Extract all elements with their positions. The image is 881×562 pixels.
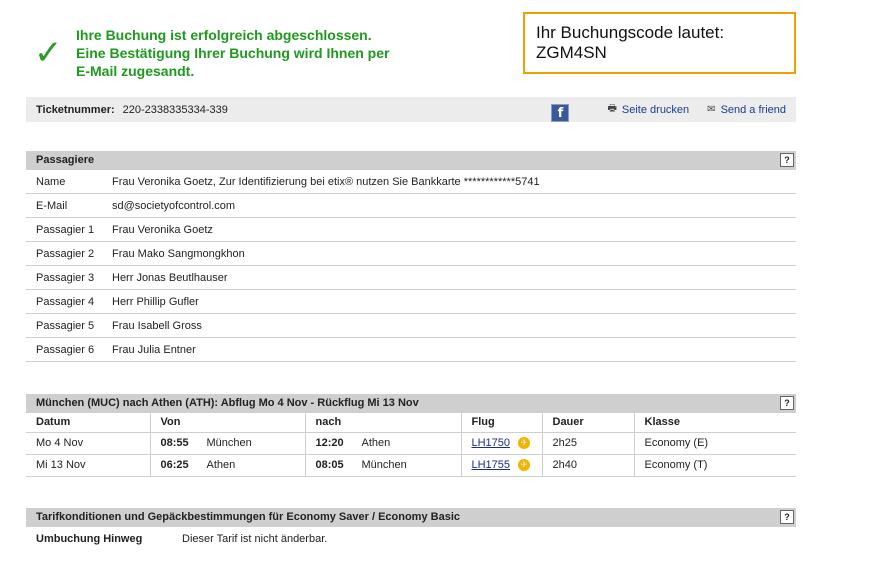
ticket-bar: Ticketnummer: 220-2338335334-339 f 🖶 Sei… — [26, 97, 796, 122]
departure-time: 08:55 — [160, 437, 189, 449]
arrival-time: 08:05 — [315, 459, 344, 471]
flight-date: Mi 13 Nov — [26, 454, 151, 477]
passenger-row-1: Passagier 1 Frau Veronika Goetz — [26, 218, 796, 242]
passenger-row-5: Passagier 5 Frau Isabell Gross — [26, 314, 796, 338]
row-key: Passagier 2 — [36, 247, 95, 260]
printer-icon: 🖶 — [607, 103, 617, 114]
row-key: Passagier 1 — [36, 223, 95, 236]
row-key: Passagier 3 — [36, 271, 95, 284]
tariff-header: Tarifkonditionen und Gepäckbestimmungen … — [26, 508, 796, 527]
print-page-link[interactable]: 🖶 Seite drucken — [607, 101, 689, 118]
row-key: Passagier 5 — [36, 319, 95, 332]
flight-class: Economy (E) — [634, 432, 796, 455]
passenger-row-name: Name Frau Veronika Goetz, Zur Identifizie… — [26, 170, 796, 194]
flights-table-header: Datum Von nach Flug Dauer Klasse — [26, 413, 796, 433]
col-klasse: Klasse — [634, 413, 796, 433]
tariff-help-button[interactable]: ? — [780, 510, 794, 524]
row-value: Frau Mako Sangmongkhon — [112, 247, 245, 260]
confirmation-message: ✓ Ihre Buchung ist erfolgreich abgeschlo… — [34, 26, 389, 80]
departure-time: 06:25 — [160, 459, 189, 471]
booking-code-label: Ihr Buchungscode lautet: — [536, 23, 725, 42]
flights-help-button[interactable]: ? — [780, 396, 794, 410]
passenger-row-6: Passagier 6 Frau Julia Entner — [26, 338, 796, 362]
col-nach: nach — [305, 413, 462, 433]
booking-code-value: ZGM4SN — [536, 43, 607, 62]
envelope-icon: ✉ — [707, 104, 716, 115]
departure-cell: 06:25 Athen — [150, 454, 306, 477]
arrival-city: München — [361, 459, 407, 471]
ticket-number-value: 220-2338335334-339 — [122, 103, 228, 116]
send-a-friend-label: Send a friend — [720, 103, 786, 116]
row-value: Frau Veronika Goetz — [112, 223, 213, 236]
ticket-number-label: Ticketnummer: — [36, 103, 115, 116]
flight-date: Mo 4 Nov — [26, 432, 151, 455]
tariff-row-value: Dieser Tarif ist nicht änderbar. — [182, 533, 328, 545]
facebook-icon: f — [557, 105, 564, 121]
passengers-section: Passagiere ? Name Frau Veronika Goetz, Zu… — [26, 151, 796, 362]
tariff-section: Tarifkonditionen und Gepäckbestimmungen … — [26, 508, 796, 545]
flights-section: München (MUC) nach Athen (ATH): Abflug M… — [26, 394, 796, 477]
table-row: Mo 4 Nov 08:55 München 12:20 Athen LH1750 ✈… — [26, 432, 796, 455]
confirmation-line-1: Ihre Buchung ist erfolgreich abgeschloss… — [76, 27, 372, 43]
flight-duration: 2h40 — [542, 454, 635, 477]
flights-title: München (MUC) nach Athen (ATH): Abflug M… — [36, 397, 419, 409]
facebook-share-button[interactable]: f — [551, 103, 570, 122]
booking-code-box: Ihr Buchungscode lautet: ZGM4SN — [523, 12, 796, 74]
col-flug: Flug — [461, 413, 543, 433]
passengers-help-button[interactable]: ? — [780, 153, 794, 167]
confirmation-line-2: Eine Bestätigung Ihrer Buchung wird Ihne… — [76, 45, 390, 61]
departure-cell: 08:55 München — [150, 432, 306, 455]
lufthansa-crane-icon: ✈ — [518, 459, 531, 472]
lufthansa-crane-icon: ✈ — [518, 437, 531, 450]
flight-duration: 2h25 — [542, 432, 635, 455]
passengers-title: Passagiere — [36, 154, 95, 166]
send-a-friend-link[interactable]: ✉ Send a friend — [707, 104, 786, 116]
row-key: Passagier 4 — [36, 295, 95, 308]
checkmark-icon: ✓ — [34, 33, 63, 73]
arrival-city: Athen — [361, 437, 391, 449]
flight-class: Economy (T) — [634, 454, 796, 477]
row-key: E-Mail — [36, 199, 68, 212]
row-value: sd@societyofcontrol.com — [112, 199, 236, 212]
ticket-bar-actions: f 🖶 Seite drucken ✉ Send a friend — [551, 97, 786, 122]
col-dauer: Dauer — [542, 413, 635, 433]
departure-city: München — [206, 437, 252, 449]
departure-city: Athen — [206, 459, 236, 471]
flight-number-link[interactable]: LH1755 — [472, 459, 511, 471]
tariff-row-key: Umbuchung Hinweg — [36, 533, 143, 545]
flights-table: Datum Von nach Flug Dauer Klasse Mo 4 No… — [26, 413, 796, 477]
row-value: Frau Isabell Gross — [112, 319, 202, 332]
arrival-time: 12:20 — [315, 437, 344, 449]
col-datum: Datum — [26, 413, 151, 433]
row-key: Name — [36, 175, 66, 188]
row-key: Passagier 6 — [36, 343, 95, 356]
confirmation-text: Ihre Buchung ist erfolgreich abgeschloss… — [76, 26, 389, 80]
passenger-row-2: Passagier 2 Frau Mako Sangmongkhon — [26, 242, 796, 266]
arrival-cell: 08:05 München — [305, 454, 462, 477]
row-value: Frau Veronika Goetz, Zur Identifizierung… — [112, 175, 540, 188]
confirmation-line-3: E-Mail zugesandt. — [76, 63, 195, 79]
flight-cell: LH1755 ✈ — [461, 454, 543, 477]
row-value: Herr Jonas Beutlhauser — [112, 271, 228, 284]
arrival-cell: 12:20 Athen — [305, 432, 462, 455]
table-row: Mi 13 Nov 06:25 Athen 08:05 München LH1755… — [26, 454, 796, 477]
flight-cell: LH1750 ✈ — [461, 432, 543, 455]
flights-header: München (MUC) nach Athen (ATH): Abflug M… — [26, 394, 796, 413]
flight-number-link[interactable]: LH1750 — [472, 437, 511, 449]
passenger-row-4: Passagier 4 Herr Phillip Gufler — [26, 290, 796, 314]
passenger-row-email: E-Mail sd@societyofcontrol.com — [26, 194, 796, 218]
row-value: Herr Phillip Gufler — [112, 295, 199, 308]
passengers-header: Passagiere ? — [26, 151, 796, 170]
row-value: Frau Julia Entner — [112, 343, 196, 356]
tariff-title: Tarifkonditionen und Gepäckbestimmungen … — [36, 511, 460, 523]
tariff-row: Umbuchung Hinweg Dieser Tarif ist nicht … — [26, 527, 796, 545]
passenger-row-3: Passagier 3 Herr Jonas Beutlhauser — [26, 266, 796, 290]
col-von: Von — [150, 413, 306, 433]
print-page-label: Seite drucken — [621, 103, 690, 116]
